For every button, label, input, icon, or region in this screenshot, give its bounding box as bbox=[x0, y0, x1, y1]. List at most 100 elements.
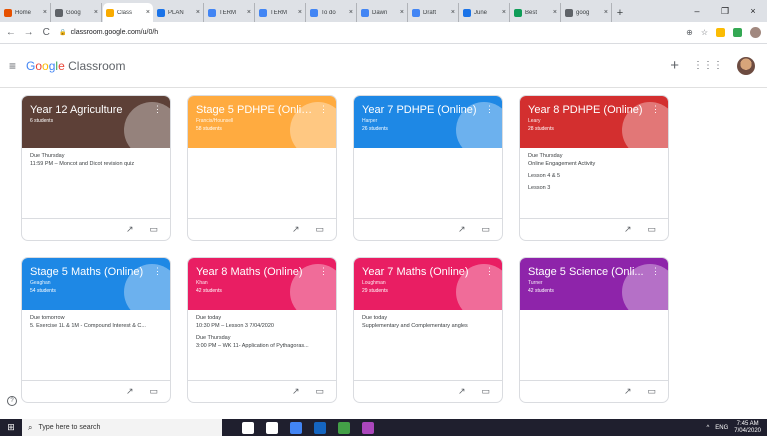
class-card[interactable]: Stage 5 Maths (Online) Geaghan 54 students… bbox=[21, 257, 171, 403]
browser-tab[interactable]: PLAN × bbox=[154, 3, 204, 22]
class-card[interactable]: Year 8 Maths (Online) Khan 42 students ⋮ Due… bbox=[187, 257, 337, 403]
tab-favicon-icon bbox=[514, 8, 522, 17]
taskbar-app-icon[interactable] bbox=[242, 421, 254, 434]
gradebook-trend-icon[interactable]: ↗ bbox=[624, 224, 632, 235]
assignment-item[interactable]: Due tomorrow 5. Exercise 1L & 1M - Compou… bbox=[30, 315, 162, 331]
drive-folder-icon[interactable]: ▭ bbox=[647, 386, 656, 397]
browser-tab[interactable]: Home × bbox=[1, 3, 51, 22]
browser-tab[interactable]: goog × bbox=[562, 3, 612, 22]
assignment-item[interactable]: Lesson 4 & 5 bbox=[528, 173, 660, 181]
class-card[interactable]: Year 7 PDHPE (Online) Harper 26 students ⋮ ↗… bbox=[353, 95, 503, 241]
gradebook-trend-icon[interactable]: ↗ bbox=[126, 224, 134, 235]
assignment-item[interactable]: Due Thursday 11:59 PM – Moncot and Dicot … bbox=[30, 153, 162, 169]
drive-folder-icon[interactable]: ▭ bbox=[149, 224, 158, 235]
create-join-class-icon[interactable]: + bbox=[670, 57, 679, 74]
class-card-header[interactable]: Year 12 Agriculture 6 students ⋮ bbox=[22, 96, 170, 148]
class-card[interactable]: Stage 5 Science (Onli... Turner 42 student… bbox=[519, 257, 669, 403]
class-card-footer: ↗ ▭ bbox=[188, 218, 336, 240]
tab-close-icon[interactable]: × bbox=[349, 9, 353, 16]
reload-icon[interactable]: C bbox=[39, 27, 53, 38]
gradebook-trend-icon[interactable]: ↗ bbox=[458, 386, 466, 397]
language-indicator[interactable]: ENG bbox=[715, 425, 728, 431]
class-card-header[interactable]: Stage 5 PDHPE (Onlin... Francis/Hounsell 5… bbox=[188, 96, 336, 148]
browser-tab[interactable]: June × bbox=[460, 3, 510, 22]
browser-tab[interactable]: Best × bbox=[511, 3, 561, 22]
forward-icon[interactable]: → bbox=[22, 27, 36, 38]
help-icon[interactable]: ? bbox=[7, 396, 17, 406]
bookmark-star-icon[interactable]: ☆ bbox=[701, 28, 708, 37]
gradebook-trend-icon[interactable]: ↗ bbox=[126, 386, 134, 397]
tab-close-icon[interactable]: × bbox=[400, 9, 404, 16]
class-card[interactable]: Year 12 Agriculture 6 students ⋮ Due Thursd… bbox=[21, 95, 171, 241]
back-icon[interactable]: ← bbox=[4, 27, 18, 38]
drive-folder-icon[interactable]: ▭ bbox=[647, 224, 656, 235]
class-card-header[interactable]: Year 8 PDHPE (Online) Leary 28 students ⋮ bbox=[520, 96, 668, 148]
tab-close-icon[interactable]: × bbox=[451, 9, 455, 16]
hamburger-menu-icon[interactable]: ≡ bbox=[9, 59, 16, 73]
drive-folder-icon[interactable]: ▭ bbox=[481, 224, 490, 235]
drive-folder-icon[interactable]: ▭ bbox=[149, 386, 158, 397]
browser-toolbar: ← → C 🔒 classroom.google.com/u/0/h ⊕ ☆ bbox=[0, 22, 767, 44]
taskbar-app-icon[interactable] bbox=[266, 421, 278, 434]
taskbar-app-icon[interactable] bbox=[362, 421, 374, 434]
tab-close-icon[interactable]: × bbox=[43, 9, 47, 16]
assignment-item[interactable]: Due Thursday 3:00 PM – WK 11- Application… bbox=[196, 335, 328, 351]
tab-close-icon[interactable]: × bbox=[553, 9, 557, 16]
extension-icon[interactable] bbox=[716, 28, 726, 37]
gradebook-trend-icon[interactable]: ↗ bbox=[624, 386, 632, 397]
tab-close-icon[interactable]: × bbox=[604, 9, 608, 16]
class-card[interactable]: Stage 5 PDHPE (Onlin... Francis/Hounsell 5… bbox=[187, 95, 337, 241]
drive-folder-icon[interactable]: ▭ bbox=[315, 386, 324, 397]
browser-tab[interactable]: Class × bbox=[103, 3, 153, 22]
zoom-icon[interactable]: ⊕ bbox=[686, 28, 693, 37]
google-apps-icon[interactable]: ⋮⋮⋮ bbox=[693, 60, 723, 71]
tab-close-icon[interactable]: × bbox=[247, 9, 251, 16]
tab-close-icon[interactable]: × bbox=[298, 9, 302, 16]
assignment-item[interactable]: Lesson 3 bbox=[528, 185, 660, 193]
class-card[interactable]: Year 7 Maths (Online) Loughman 29 students… bbox=[353, 257, 503, 403]
class-card-footer: ↗ ▭ bbox=[354, 218, 502, 240]
windows-start-icon[interactable]: ⊞ bbox=[0, 422, 22, 433]
tab-close-icon[interactable]: × bbox=[146, 9, 150, 16]
browser-tab[interactable]: Draft × bbox=[409, 3, 459, 22]
maximize-icon[interactable]: ❐ bbox=[711, 6, 739, 17]
taskbar-app-icon[interactable] bbox=[314, 421, 326, 434]
minimize-icon[interactable]: – bbox=[683, 6, 711, 16]
search-placeholder: Type here to search bbox=[38, 424, 101, 431]
assignment-item[interactable]: Due today 10:30 PM – Lesson 3 7/04/2020 bbox=[196, 315, 328, 331]
extension-icon[interactable] bbox=[733, 28, 743, 37]
browser-tab[interactable]: TERM × bbox=[256, 3, 306, 22]
assignment-item[interactable]: Due Thursday Online Engagement Activity bbox=[528, 153, 660, 169]
class-card-header[interactable]: Year 7 Maths (Online) Loughman 29 students… bbox=[354, 258, 502, 310]
account-avatar[interactable] bbox=[737, 56, 755, 75]
class-card[interactable]: Year 8 PDHPE (Online) Leary 28 students ⋮ Du… bbox=[519, 95, 669, 241]
clock[interactable]: 7:45 AM 7/04/2020 bbox=[734, 421, 761, 434]
tab-close-icon[interactable]: × bbox=[502, 9, 506, 16]
address-bar[interactable]: 🔒 classroom.google.com/u/0/h bbox=[59, 25, 686, 41]
browser-profile-avatar[interactable] bbox=[750, 27, 762, 38]
gradebook-trend-icon[interactable]: ↗ bbox=[292, 386, 300, 397]
tab-close-icon[interactable]: × bbox=[94, 9, 98, 16]
browser-tab[interactable]: To do × bbox=[307, 3, 357, 22]
close-window-icon[interactable]: × bbox=[739, 6, 767, 16]
assignment-item[interactable]: Due today Supplementary and Complementary… bbox=[362, 315, 494, 331]
tab-favicon-icon bbox=[106, 8, 114, 17]
class-card-header[interactable]: Stage 5 Maths (Online) Geaghan 54 students… bbox=[22, 258, 170, 310]
taskbar-search-box[interactable]: ⌕ Type here to search bbox=[22, 419, 222, 436]
browser-tab[interactable]: Goog × bbox=[52, 3, 102, 22]
taskbar-app-icon[interactable] bbox=[338, 421, 350, 434]
class-card-header[interactable]: Year 8 Maths (Online) Khan 42 students ⋮ bbox=[188, 258, 336, 310]
new-tab-button[interactable]: + bbox=[612, 3, 628, 22]
tray-up-arrow-icon[interactable]: ^ bbox=[706, 425, 709, 431]
browser-tab[interactable]: Dawn × bbox=[358, 3, 408, 22]
taskbar-app-icon[interactable] bbox=[290, 421, 302, 434]
class-card-header[interactable]: Stage 5 Science (Onli... Turner 42 student… bbox=[520, 258, 668, 310]
drive-folder-icon[interactable]: ▭ bbox=[481, 386, 490, 397]
browser-tab[interactable]: TERM × bbox=[205, 3, 255, 22]
class-card-header[interactable]: Year 7 PDHPE (Online) Harper 26 students ⋮ bbox=[354, 96, 502, 148]
gradebook-trend-icon[interactable]: ↗ bbox=[292, 224, 300, 235]
gradebook-trend-icon[interactable]: ↗ bbox=[458, 224, 466, 235]
drive-folder-icon[interactable]: ▭ bbox=[315, 224, 324, 235]
app-logo[interactable]: Google Classroom bbox=[26, 59, 125, 73]
tab-close-icon[interactable]: × bbox=[196, 9, 200, 16]
